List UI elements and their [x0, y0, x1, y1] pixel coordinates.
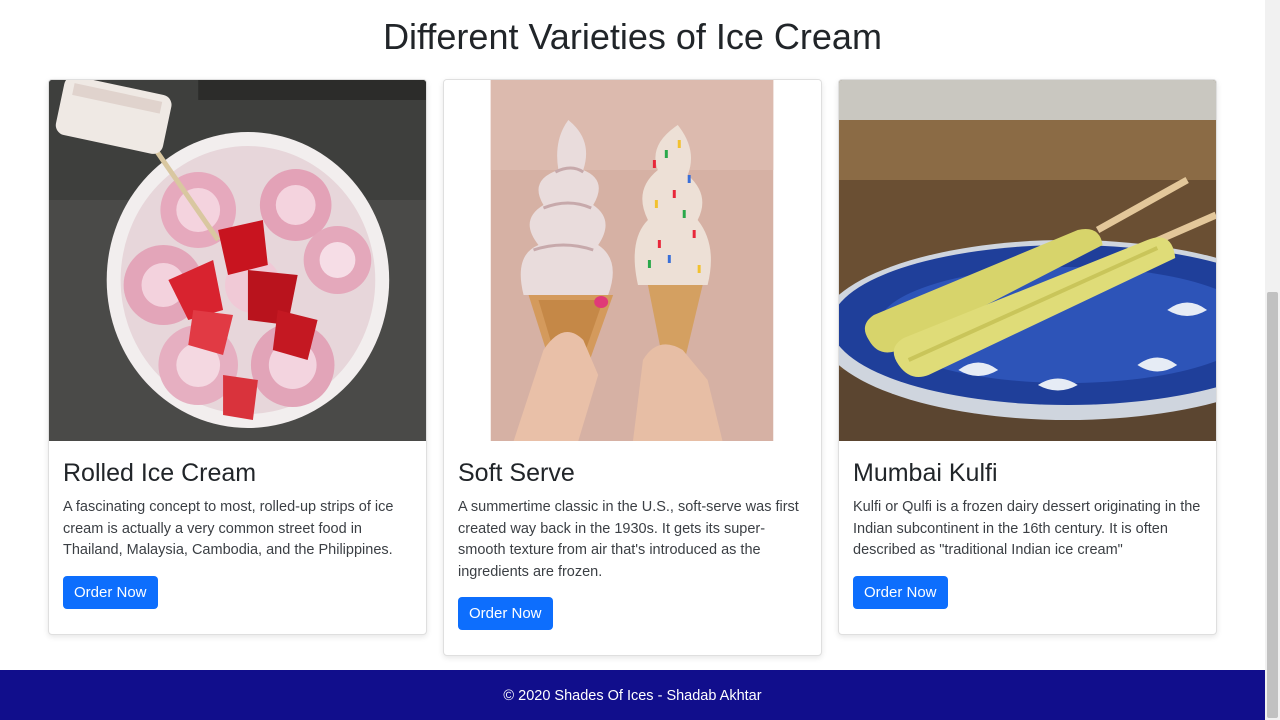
footer-text: © 2020 Shades Of Ices - Shadab Akhtar	[503, 688, 762, 704]
card-title: Soft Serve	[458, 459, 575, 487]
rolled-ice-cream-image	[49, 80, 426, 441]
card-title: Mumbai Kulfi	[853, 459, 998, 487]
card-title: Rolled Ice Cream	[63, 459, 257, 487]
mumbai-kulfi-image	[839, 80, 1216, 441]
scrollbar-thumb[interactable]	[1267, 292, 1278, 718]
order-now-button[interactable]: Order Now	[458, 597, 553, 630]
soft-serve-image	[444, 80, 821, 441]
order-now-button[interactable]: Order Now	[63, 575, 158, 609]
card-rolled-ice-cream: Rolled Ice Cream A fascinating concept t…	[48, 79, 427, 635]
card-text: A fascinating concept to most, rolled-up…	[63, 499, 394, 558]
card-text: A summertime classic in the U.S., soft-s…	[458, 499, 799, 580]
vertical-scrollbar[interactable]	[1265, 0, 1280, 720]
card-soft-serve: Soft Serve A summertime classic in the U…	[443, 79, 822, 656]
page-title: Different Varieties of Ice Cream	[383, 16, 882, 57]
page: Different Varieties of Ice Cream Rolled …	[0, 0, 1265, 720]
footer: © 2020 Shades Of Ices - Shadab Akhtar	[0, 670, 1265, 720]
card-text: Kulfi or Qulfi is a frozen dairy dessert…	[853, 499, 1201, 558]
order-now-button[interactable]: Order Now	[853, 575, 948, 609]
card-mumbai-kulfi: Mumbai Kulfi Kulfi or Qulfi is a frozen …	[838, 79, 1217, 635]
